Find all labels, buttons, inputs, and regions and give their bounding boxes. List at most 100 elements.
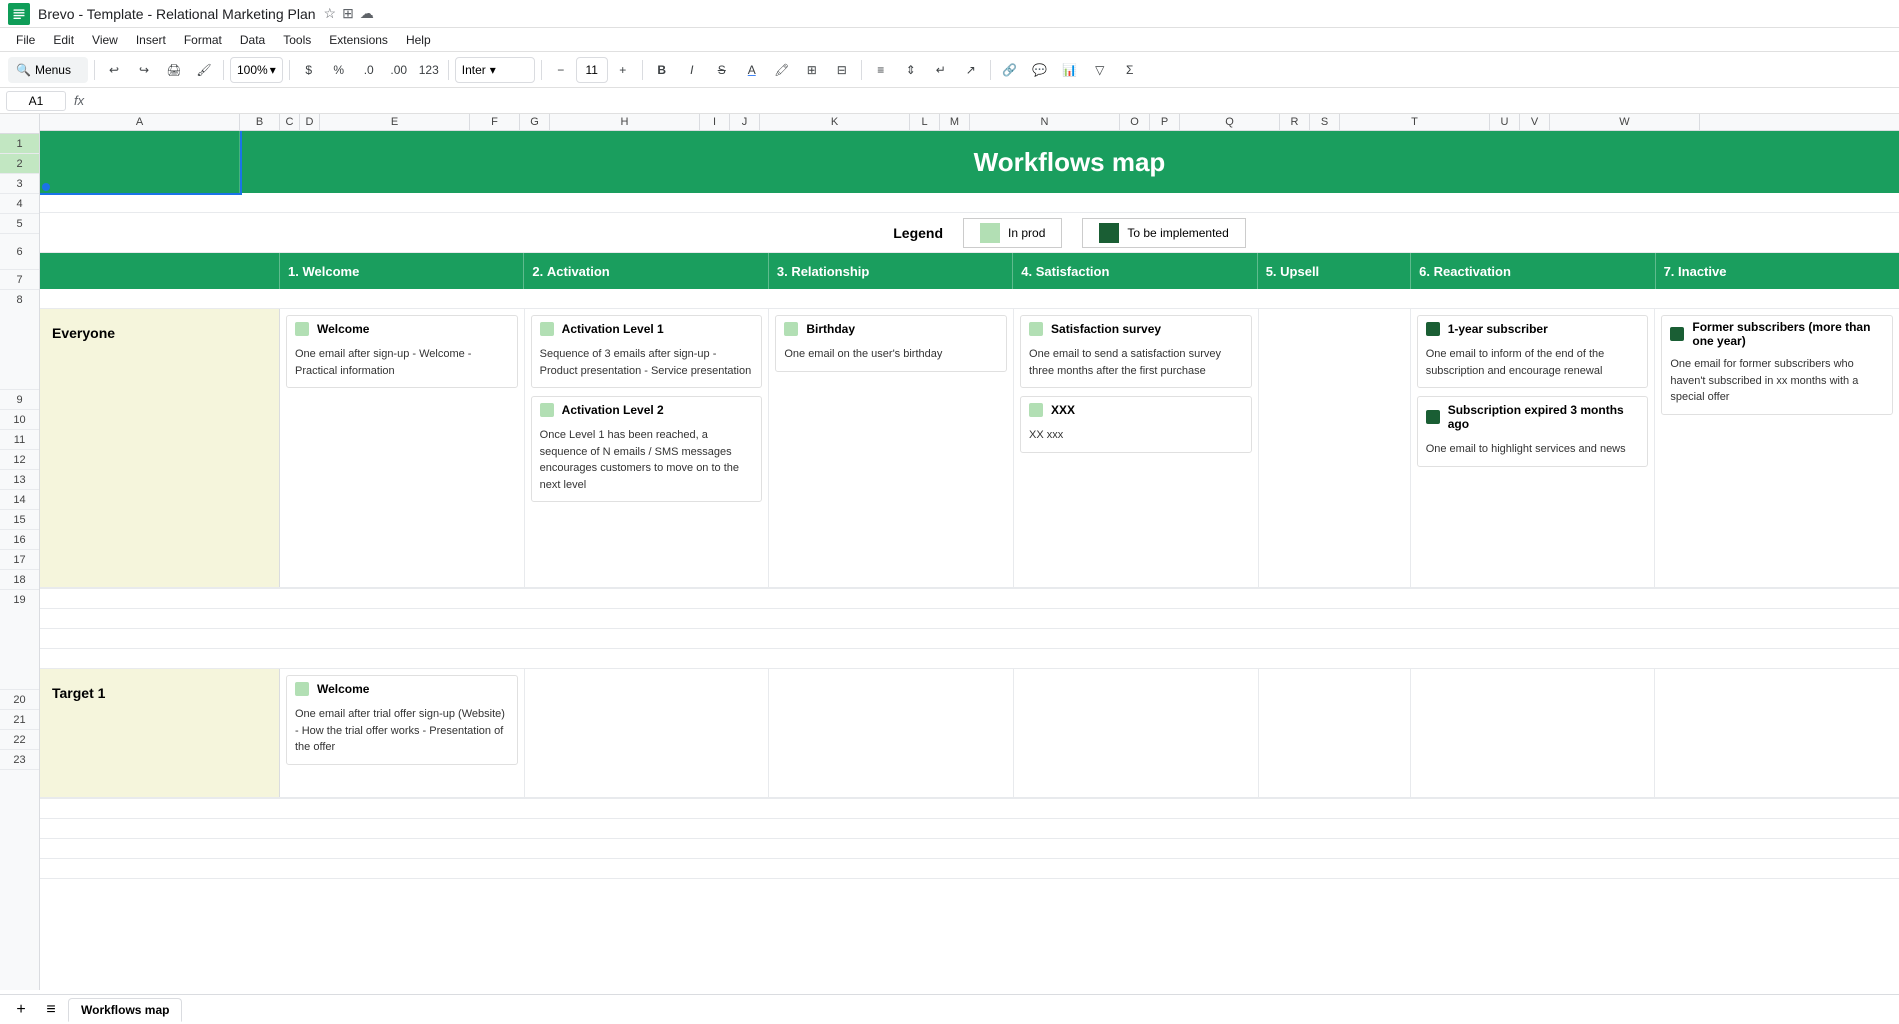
col-header-g: G — [520, 114, 550, 130]
link-button[interactable]: 🔗 — [997, 57, 1023, 83]
spreadsheet-viewport[interactable]: A B C D E F G H I J K L M N O P Q R S T … — [40, 114, 1899, 990]
row-numbers: 1 2 3 4 5 6 7 8 9 10 11 12 13 14 15 16 1… — [0, 114, 40, 990]
bold-button[interactable]: B — [649, 57, 675, 83]
card-indicator-1yr — [1426, 322, 1440, 336]
row-num-7: 7 — [0, 270, 39, 290]
card-activation-1: Activation Level 1 Sequence of 3 emails … — [531, 315, 763, 388]
menu-view[interactable]: View — [84, 31, 126, 49]
divider-1 — [94, 60, 95, 80]
cat-num-2: 2. — [532, 264, 543, 279]
functions-button[interactable]: Σ — [1117, 57, 1143, 83]
undo-button[interactable]: ↩ — [101, 57, 127, 83]
cat-header-left — [40, 253, 280, 289]
cat-label-5: Upsell — [1280, 264, 1319, 279]
cell-handle — [42, 183, 50, 191]
merge-cells-button[interactable]: ⊟ — [829, 57, 855, 83]
divider-8 — [990, 60, 991, 80]
cloud-icon[interactable]: ☁ — [360, 5, 374, 22]
col-header-c: C — [280, 114, 300, 130]
menu-file[interactable]: File — [8, 31, 43, 49]
cat-num-5: 5. — [1266, 264, 1277, 279]
card-indicator-exp — [1426, 410, 1440, 424]
menus-label: Menus — [35, 63, 71, 77]
card-title-former: Former subscribers (more than one year) — [1692, 320, 1884, 348]
increase-decimal-button[interactable]: .00 — [386, 57, 412, 83]
menu-format[interactable]: Format — [176, 31, 230, 49]
chart-button[interactable]: 📊 — [1057, 57, 1083, 83]
text-wrap-button[interactable]: ↵ — [928, 57, 954, 83]
row-end-4 — [40, 859, 1899, 879]
col-reactivation-everyone: 1-year subscriber One email to inform of… — [1411, 309, 1656, 587]
percent-button[interactable]: % — [326, 57, 352, 83]
menu-extensions[interactable]: Extensions — [321, 31, 396, 49]
formula-icon: fx — [70, 93, 88, 108]
decrease-font-size[interactable]: − — [548, 57, 574, 83]
menu-insert[interactable]: Insert — [128, 31, 174, 49]
filter-button[interactable]: ▽ — [1087, 57, 1113, 83]
font-selector[interactable]: Inter ▾ — [455, 57, 535, 83]
card-body-bday: One email on the user's birthday — [776, 342, 1006, 371]
card-title-1yr: 1-year subscriber — [1448, 322, 1548, 336]
italic-button[interactable]: I — [679, 57, 705, 83]
row-num-1: 1 — [0, 134, 39, 154]
section-everyone-label: Everyone — [40, 309, 280, 587]
cat-label-6: Reactivation — [1434, 264, 1511, 279]
increase-font-size[interactable]: + — [610, 57, 636, 83]
spreadsheet-title: Workflows map — [974, 147, 1166, 178]
row-num-18: 18 — [0, 570, 39, 590]
star-icon[interactable]: ☆ — [324, 5, 337, 22]
menu-edit[interactable]: Edit — [45, 31, 82, 49]
card-indicator-former — [1670, 327, 1684, 341]
row-end-1 — [40, 799, 1899, 819]
text-rotation-button[interactable]: ↗ — [958, 57, 984, 83]
sheet-list-button[interactable]: ≡ — [38, 997, 64, 1023]
zoom-value: 100% — [237, 63, 268, 77]
menu-help[interactable]: Help — [398, 31, 439, 49]
row-num-3: 3 — [0, 174, 39, 194]
divider-7 — [861, 60, 862, 80]
menu-data[interactable]: Data — [232, 31, 273, 49]
paint-format-button[interactable]: 🖌 — [191, 57, 217, 83]
font-size-box[interactable]: 11 — [576, 57, 608, 83]
text-color-button[interactable]: A — [739, 57, 765, 83]
strikethrough-button[interactable]: S — [709, 57, 735, 83]
card-1year-sub: 1-year subscriber One email to inform of… — [1417, 315, 1649, 388]
sheet-tab-workflows[interactable]: Workflows map — [68, 998, 182, 1022]
col-upsell-target1 — [1259, 669, 1411, 797]
valign-button[interactable]: ⇕ — [898, 57, 924, 83]
cat-reactivation: 6. Reactivation — [1411, 253, 1655, 289]
top-bar-icons: ☆ ⊞ ☁ — [324, 5, 374, 22]
search-menus[interactable]: 🔍 Menus — [8, 57, 88, 83]
comment-button[interactable]: 💬 — [1027, 57, 1053, 83]
highlight-color-button[interactable]: 🖍 — [769, 57, 795, 83]
folder-icon[interactable]: ⊞ — [342, 5, 354, 22]
cell-reference-input[interactable]: A1 — [6, 91, 66, 111]
currency-button[interactable]: $ — [296, 57, 322, 83]
zoom-control[interactable]: 100% ▾ — [230, 57, 283, 83]
col-header-h: H — [550, 114, 700, 130]
decrease-decimal-button[interactable]: .0 — [356, 57, 382, 83]
cat-label-1: Welcome — [302, 264, 359, 279]
redo-button[interactable]: ↪ — [131, 57, 157, 83]
card-indicator-welcome-t1 — [295, 682, 309, 696]
section-target1: Target 1 Welcome One email after trial o… — [40, 669, 1899, 799]
title-row: Workflows map — [40, 131, 1899, 193]
row-num-17: 17 — [0, 550, 39, 570]
category-header-row: 1. Welcome 2. Activation 3. Relationship… — [40, 253, 1899, 289]
cell-a1[interactable] — [40, 131, 240, 193]
legend-in-prod-label: In prod — [1008, 226, 1045, 240]
row-num-2: 2 — [0, 154, 39, 174]
borders-button[interactable]: ⊞ — [799, 57, 825, 83]
bottom-bar: + ≡ Workflows map — [0, 994, 1899, 1024]
print-button[interactable]: 🖨 — [161, 57, 187, 83]
row-num-6: 6 — [0, 234, 39, 270]
format-123-button[interactable]: 123 — [416, 57, 442, 83]
legend-in-prod-color — [980, 223, 1000, 243]
align-button[interactable]: ≡ — [868, 57, 894, 83]
add-sheet-button[interactable]: + — [8, 997, 34, 1023]
col-header-m: M — [940, 114, 970, 130]
app-logo — [8, 3, 30, 25]
row-num-20: 20 — [0, 690, 39, 710]
col-header-b: B — [240, 114, 280, 130]
menu-tools[interactable]: Tools — [275, 31, 319, 49]
